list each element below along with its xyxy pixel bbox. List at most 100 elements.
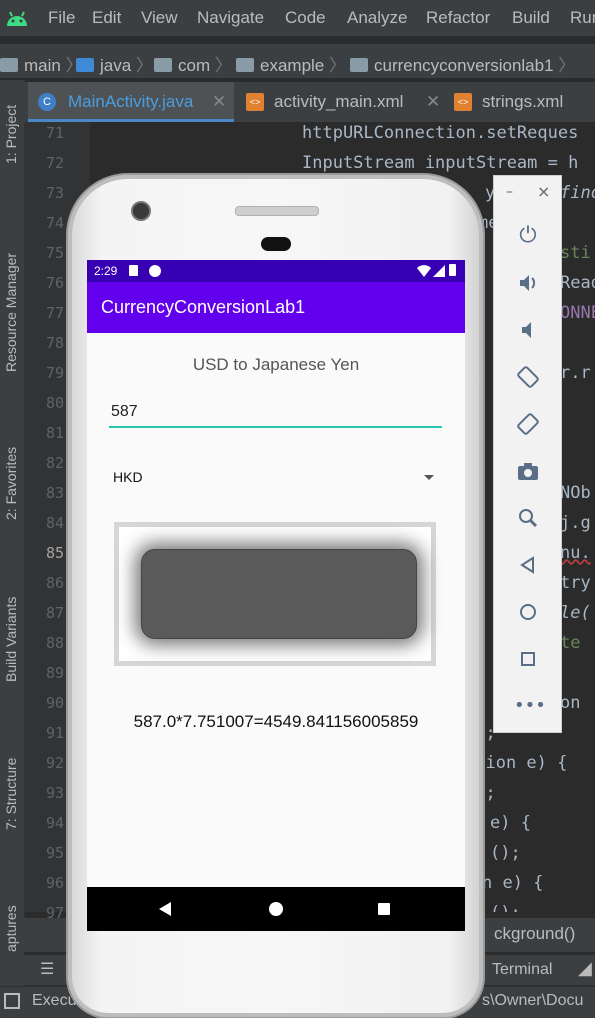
code-line: (); [490, 903, 521, 912]
line-number: 72 [46, 154, 65, 172]
dropdown-arrow-icon [424, 475, 434, 480]
convert-button[interactable] [141, 549, 417, 639]
zoom-icon[interactable] [514, 504, 542, 532]
breadcrumb-java[interactable]: java 〉 [76, 51, 153, 76]
code-line: (); [490, 843, 521, 863]
app-title: CurrencyConversionLab1 [101, 297, 306, 317]
tool-windows-icon[interactable] [4, 993, 20, 1009]
tab-activity-main[interactable]: <> activity_main.xml ✕ [236, 82, 440, 122]
home-icon[interactable] [264, 897, 288, 921]
editor-tabs: C MainActivity.java ✕ <> activity_main.x… [24, 82, 595, 122]
breadcrumb-main[interactable]: main 〉 [0, 51, 83, 76]
close-icon[interactable]: ✕ [212, 92, 226, 112]
overview-icon[interactable] [514, 645, 542, 673]
terminal-tab[interactable]: Terminal [492, 961, 552, 979]
code-line: httpURLConnection.setReques [302, 123, 579, 143]
code-line: InputStream inputStream = h [302, 153, 579, 173]
tool-project[interactable]: 1: Project [3, 105, 19, 164]
currency-selected: HKD [113, 469, 143, 485]
tab-strings[interactable]: <> strings.xml [444, 82, 595, 122]
menu-file[interactable]: File [48, 8, 75, 28]
package-icon [236, 58, 254, 72]
signal-icon [433, 265, 445, 277]
menu-edit[interactable]: Edit [92, 8, 121, 28]
image-button-frame [114, 522, 436, 666]
code-line: j.g [560, 513, 591, 533]
menu-navigate[interactable]: Navigate [197, 8, 264, 28]
overview-icon[interactable] [372, 897, 396, 921]
amount-input[interactable] [109, 398, 442, 428]
code-line: e) { [490, 813, 531, 833]
status-time: 2:29 [94, 264, 118, 278]
battery-icon [449, 264, 456, 276]
menu-code[interactable]: Code [285, 8, 326, 28]
power-icon[interactable]: ⏻ [514, 222, 542, 250]
tool-resource-manager[interactable]: Resource Manager [3, 253, 19, 372]
status-message: Execu [32, 992, 77, 1009]
notification-icon [149, 265, 161, 277]
android-studio-icon [7, 11, 27, 26]
status-path: s\Owner\Docu [482, 992, 584, 1009]
package-icon [350, 58, 368, 72]
menu-run[interactable]: Run [570, 8, 595, 28]
tool-build-variants[interactable]: Build Variants [3, 597, 19, 682]
breadcrumb-example[interactable]: example 〉 [236, 51, 346, 76]
more-icon[interactable]: ••• [514, 692, 546, 720]
volume-up-icon[interactable] [514, 269, 542, 297]
line-number: 71 [46, 124, 65, 142]
camera-icon[interactable] [514, 457, 542, 485]
code-line: Read [560, 273, 595, 293]
tool-captures[interactable]: aptures [3, 905, 19, 952]
conversion-heading: USD to Japanese Yen [192, 355, 360, 374]
earpiece [261, 237, 291, 251]
back-icon[interactable] [514, 551, 542, 579]
tab-mainactivity[interactable]: C MainActivity.java ✕ [28, 82, 234, 122]
menu-build[interactable]: Build [512, 8, 550, 28]
code-line: ONNE [560, 303, 595, 323]
settings-icon[interactable]: ◢ [578, 958, 592, 979]
menu-bar: File Edit View Navigate Code Analyze Ref… [0, 0, 595, 36]
code-line: NOb [560, 483, 591, 503]
volume-down-icon[interactable] [514, 316, 542, 344]
breadcrumb-currencyconversionlab1[interactable]: currencyconversionlab1 〉 [350, 51, 575, 76]
menu-view[interactable]: View [141, 8, 178, 28]
xml-file-icon: <> [246, 93, 264, 111]
code-line: try [560, 573, 591, 593]
home-icon[interactable] [514, 598, 542, 626]
tool-window-strip: 1: Project Resource Manager 2: Favorites… [0, 80, 25, 990]
conversion-result: 587.0*7.751007=4549.841156005859 [133, 712, 419, 731]
code-line: r.r [560, 363, 591, 383]
rotate-right-icon[interactable] [514, 410, 542, 438]
breadcrumb-com[interactable]: com 〉 [154, 51, 232, 76]
tool-structure[interactable]: 7: Structure [3, 758, 19, 830]
android-status-bar: 2:29 [87, 260, 465, 282]
code-line: sti [560, 243, 591, 263]
app-bar: CurrencyConversionLab1 [87, 282, 465, 333]
code-line: n e) { [482, 873, 544, 893]
currency-spinner[interactable]: HKD [109, 460, 434, 494]
menu-refactor[interactable]: Refactor [426, 8, 490, 28]
code-line: on [560, 693, 581, 713]
code-line: nu. [560, 543, 591, 563]
folder-icon [76, 58, 94, 72]
tool-favorites[interactable]: 2: Favorites [3, 447, 19, 520]
emulator-toolbar: – × ⏻ ••• [493, 175, 562, 733]
close-button[interactable]: × [537, 182, 550, 201]
breadcrumb: main 〉 java 〉 com 〉 example 〉 currencyco… [0, 44, 595, 79]
code-line: te [560, 633, 581, 653]
android-nav-bar [87, 887, 465, 931]
menu-analyze[interactable]: Analyze [347, 8, 407, 28]
package-icon [154, 58, 172, 72]
speaker-grille [235, 206, 319, 216]
code-line: le( [560, 603, 591, 623]
minimize-button[interactable]: – [506, 184, 513, 200]
sd-card-icon [129, 265, 138, 276]
list-icon[interactable]: ☰ [40, 959, 54, 979]
method-breadcrumb: ckground() [494, 924, 576, 943]
back-icon[interactable] [153, 897, 177, 921]
front-camera [131, 201, 151, 221]
rotate-left-icon[interactable] [514, 363, 542, 391]
emulator-screen[interactable]: 2:29 CurrencyConversionLab1 USD to Japan… [87, 260, 465, 931]
close-icon[interactable]: ✕ [426, 92, 440, 112]
code-line: find [560, 183, 595, 203]
